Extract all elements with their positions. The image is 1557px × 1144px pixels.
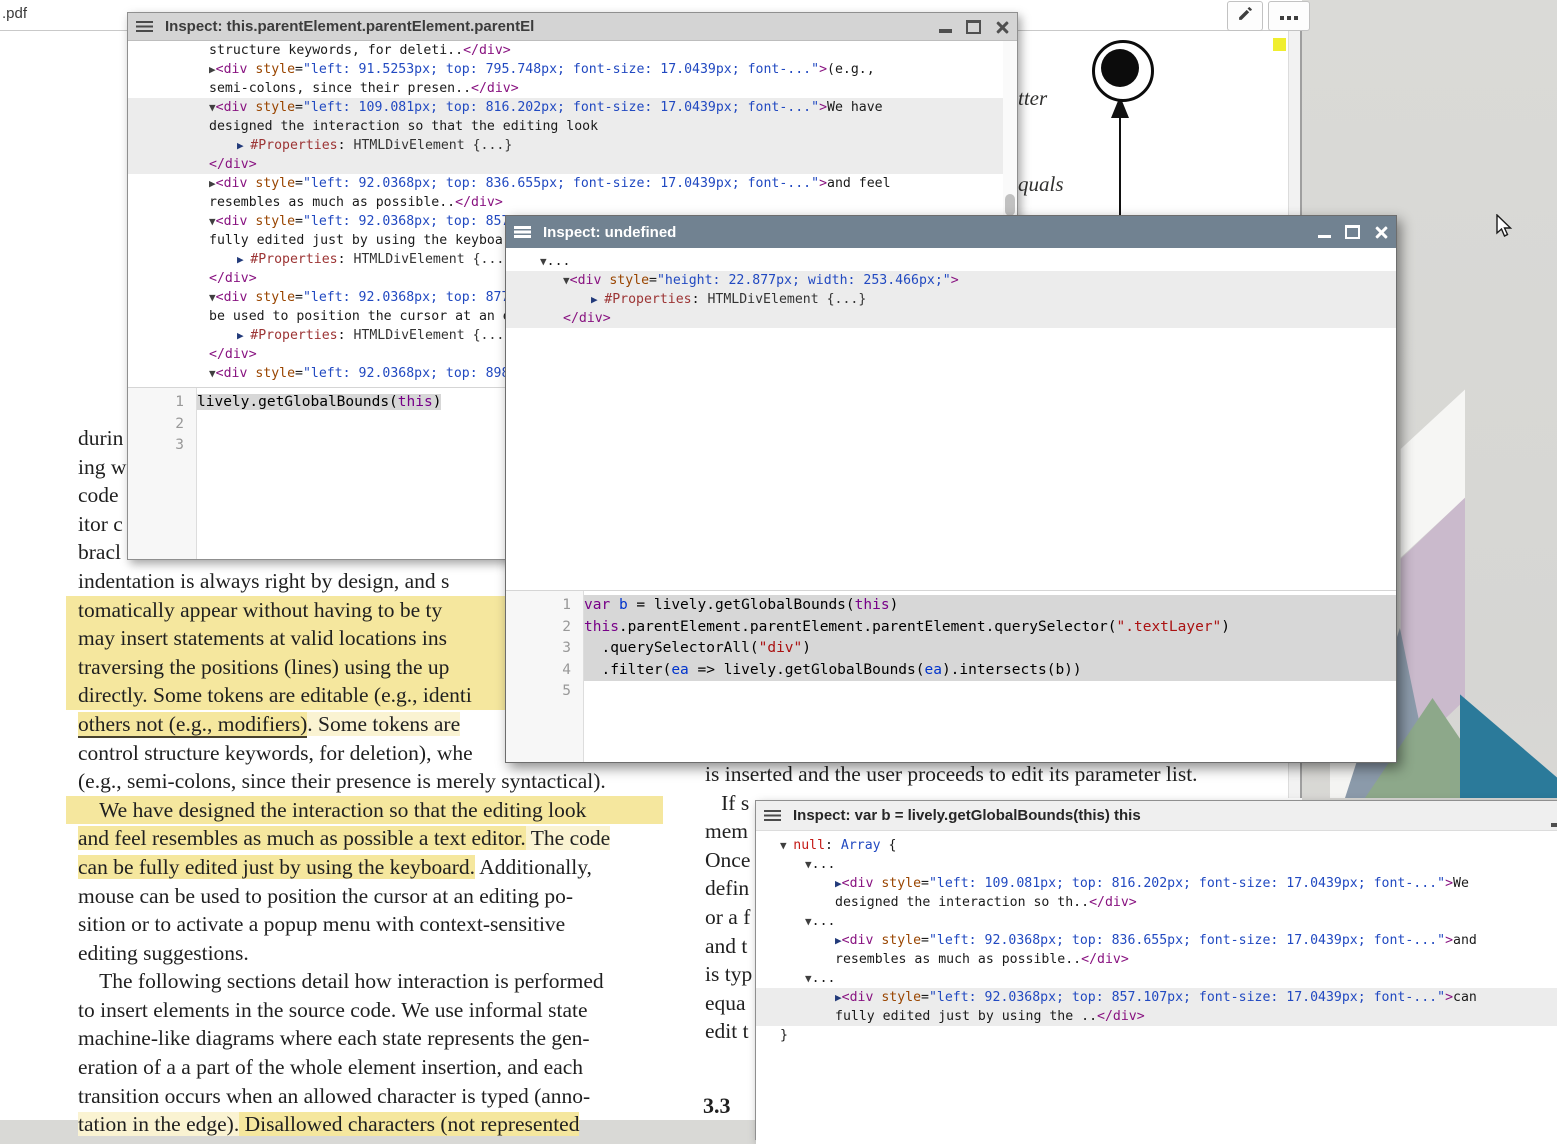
maximize-icon[interactable] (1345, 225, 1360, 239)
tree-row[interactable]: fully edited just by using the ..</div> (756, 1007, 1557, 1026)
minimize-icon[interactable] (1318, 235, 1331, 239)
pdf-text-line: sition or to activate a popup menu with … (78, 910, 663, 939)
line-number-gutter: 123 (128, 388, 197, 559)
line-number-gutter: 12345 (506, 591, 584, 762)
window2-code-editor[interactable]: 12345 var b = lively.getGlobalBounds(thi… (506, 590, 1396, 762)
pdf-text-line: (e.g., semi-colons, since their presence… (78, 767, 663, 796)
tree-row[interactable]: ▼... (756, 855, 1557, 874)
tree-row[interactable]: </div> (506, 309, 1396, 328)
window1-title: Inspect: this.parentElement.parentElemen… (165, 18, 534, 35)
figure-end-state-fill (1101, 49, 1139, 87)
more-options-button[interactable] (1268, 1, 1310, 31)
tree-row[interactable]: } (756, 1026, 1557, 1045)
window1-titlebar[interactable]: Inspect: this.parentElement.parentElemen… (128, 13, 1017, 41)
window3-title: Inspect: var b = lively.getGlobalBounds(… (793, 807, 1141, 824)
pdf-text-line: is inserted and the user proceeds to edi… (705, 760, 1302, 789)
pdf-text-line: eration of a a part of the whole element… (78, 1053, 663, 1082)
inspector-window-2[interactable]: Inspect: undefined ▼...▼<div style="heig… (505, 215, 1397, 763)
window-menu-icon[interactable] (514, 226, 531, 229)
pdf-text-line: to insert elements in the source code. W… (78, 996, 663, 1025)
code-line[interactable]: this.parentElement.parentElement.parentE… (584, 617, 1396, 639)
edit-button[interactable] (1227, 1, 1263, 31)
tree-row[interactable]: ▶<div style="left: 92.0368px; top: 836.6… (756, 931, 1557, 950)
minimize-icon[interactable] (939, 29, 952, 33)
pdf-text-line: mouse can be used to position the cursor… (78, 882, 663, 911)
section-number: 3.3 (703, 1093, 731, 1119)
window3-result-tree: ▼ null: Array {▼...▶<div style="left: 10… (756, 831, 1557, 1144)
tree-row[interactable]: designed the interaction so th..</div> (756, 893, 1557, 912)
pdf-tab-label[interactable]: .pdf (2, 5, 27, 22)
tree-row[interactable]: ▼... (506, 252, 1396, 271)
tree-row[interactable]: </div> (128, 155, 1017, 174)
line-number: 2 (128, 414, 184, 436)
tree-row[interactable]: ▶ #Properties: HTMLDivElement {...} (506, 290, 1396, 309)
line-number: 1 (128, 392, 184, 414)
window-menu-icon[interactable] (764, 810, 781, 813)
window-menu-icon[interactable] (136, 21, 153, 24)
pdf-text-line: editing suggestions. (78, 939, 663, 968)
ellipsis-icon (1279, 7, 1300, 25)
tree-row[interactable]: ▶<div style="left: 92.0368px; top: 857.1… (756, 988, 1557, 1007)
window2-dom-tree: ▼...▼<div style="height: 22.877px; width… (506, 248, 1396, 593)
tree-row[interactable]: structure keywords, for deleti..</div> (128, 41, 1017, 60)
code-line[interactable]: var b = lively.getGlobalBounds(this) (584, 595, 1396, 617)
code-line[interactable]: .querySelectorAll("div") (584, 638, 1396, 660)
close-icon[interactable] (995, 20, 1009, 34)
tree-row[interactable]: ▼... (756, 912, 1557, 931)
mouse-cursor (1496, 214, 1513, 243)
tree-row[interactable]: ▼<div style="left: 109.081px; top: 816.2… (128, 98, 1017, 117)
line-number: 5 (506, 681, 571, 703)
pdf-text-line: We have designed the interaction so that… (66, 796, 663, 825)
tree-row[interactable]: ▼... (756, 969, 1557, 988)
tree-row[interactable]: designed the interaction so that the edi… (128, 117, 1017, 136)
code-line[interactable] (584, 681, 1396, 703)
pdf-text-line: machine-like diagrams where each state r… (78, 1024, 663, 1053)
pdf-text-line: tation in the edge). Disallowed characte… (78, 1110, 663, 1139)
pdf-text-line: transition occurs when an allowed charac… (78, 1082, 663, 1111)
screen: { "colors":{"focused_titlebar":"#718291"… (0, 0, 1557, 1120)
window2-title: Inspect: undefined (543, 224, 676, 241)
figure-arrow-line (1119, 114, 1121, 215)
window2-titlebar[interactable]: Inspect: undefined (506, 216, 1396, 248)
tree-row[interactable]: ▶ #Properties: HTMLDivElement {...} (128, 136, 1017, 155)
tree-row[interactable]: ▼<div style="height: 22.877px; width: 25… (506, 271, 1396, 290)
tree-row[interactable]: resembles as much as possible..</div> (128, 193, 1017, 212)
code-line[interactable]: .filter(ea => lively.getGlobalBounds(ea)… (584, 660, 1396, 682)
line-number: 1 (506, 595, 571, 617)
inspector-window-3[interactable]: Inspect: var b = lively.getGlobalBounds(… (755, 800, 1557, 1140)
line-number: 3 (506, 638, 571, 660)
line-number: 4 (506, 660, 571, 682)
tree-row[interactable]: ▶<div style="left: 92.0368px; top: 836.6… (128, 174, 1017, 193)
maximize-icon[interactable] (966, 20, 981, 34)
pdf-text-line: and feel resembles as much as possible a… (78, 824, 663, 853)
tree-row[interactable]: semi-colons, since their presen..</div> (128, 79, 1017, 98)
minimize-icon[interactable] (1551, 823, 1557, 827)
pencil-icon (1237, 5, 1254, 27)
window3-titlebar[interactable]: Inspect: var b = lively.getGlobalBounds(… (756, 801, 1557, 831)
figure-label-fragment-bottom: quals (1018, 172, 1064, 197)
tree-row[interactable]: ▶<div style="left: 91.5253px; top: 795.7… (128, 60, 1017, 79)
figure-label-fragment-top: tter (1018, 86, 1047, 111)
tree-row[interactable]: resembles as much as possible..</div> (756, 950, 1557, 969)
yellow-annotation-square[interactable] (1273, 38, 1286, 51)
pdf-text-line: can be fully edited just by using the ke… (78, 853, 663, 882)
code-lines[interactable]: var b = lively.getGlobalBounds(this)this… (584, 591, 1396, 762)
close-icon[interactable] (1374, 225, 1388, 239)
tree-row[interactable]: ▼ null: Array { (756, 836, 1557, 855)
line-number: 2 (506, 617, 571, 639)
line-number: 3 (128, 435, 184, 457)
pdf-text-line: The following sections detail how intera… (78, 967, 663, 996)
window1-scrollbar-thumb[interactable] (1005, 194, 1015, 216)
tree-row[interactable]: ▶<div style="left: 109.081px; top: 816.2… (756, 874, 1557, 893)
